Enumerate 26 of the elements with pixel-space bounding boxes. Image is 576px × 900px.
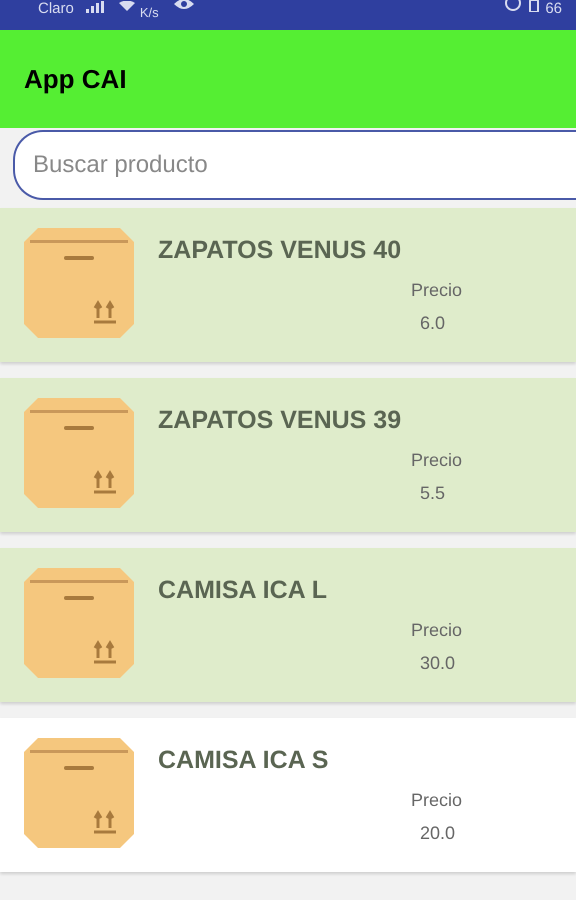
box-icon — [24, 396, 134, 510]
product-card[interactable]: ZAPATOS VENUS 39 Precio 5.5 — [0, 378, 576, 532]
product-card[interactable]: ZAPATOS VENUS 40 Precio 6.0 — [0, 208, 576, 362]
product-card[interactable]: CAMISA ICA L Precio 30.0 — [0, 548, 576, 702]
product-name: ZAPATOS VENUS 39 — [158, 408, 402, 433]
price-value: 30.0 — [420, 652, 456, 675]
price-label: Precio — [411, 449, 462, 472]
speed-label: K/s — [140, 6, 159, 19]
wifi-icon — [118, 1, 136, 11]
carrier-label: Claro — [38, 1, 74, 16]
box-icon — [24, 736, 134, 850]
battery-label: 66 — [545, 1, 562, 16]
price-value: 6.0 — [420, 312, 446, 335]
product-name: CAMISA ICA L — [158, 578, 328, 603]
app-title: App CAI — [24, 62, 127, 96]
price-value: 5.5 — [420, 482, 446, 505]
product-name: ZAPATOS VENUS 40 — [158, 238, 402, 263]
box-icon — [24, 566, 134, 680]
price-value: 20.0 — [420, 822, 456, 845]
price-label: Precio — [411, 789, 462, 812]
product-card[interactable]: CAMISA ICA S Precio 20.0 — [0, 718, 576, 872]
price-label: Precio — [411, 279, 462, 302]
price-label: Precio — [411, 619, 462, 642]
box-icon — [24, 226, 134, 340]
search-field[interactable]: Buscar producto — [13, 130, 576, 200]
product-name: CAMISA ICA S — [158, 748, 330, 773]
